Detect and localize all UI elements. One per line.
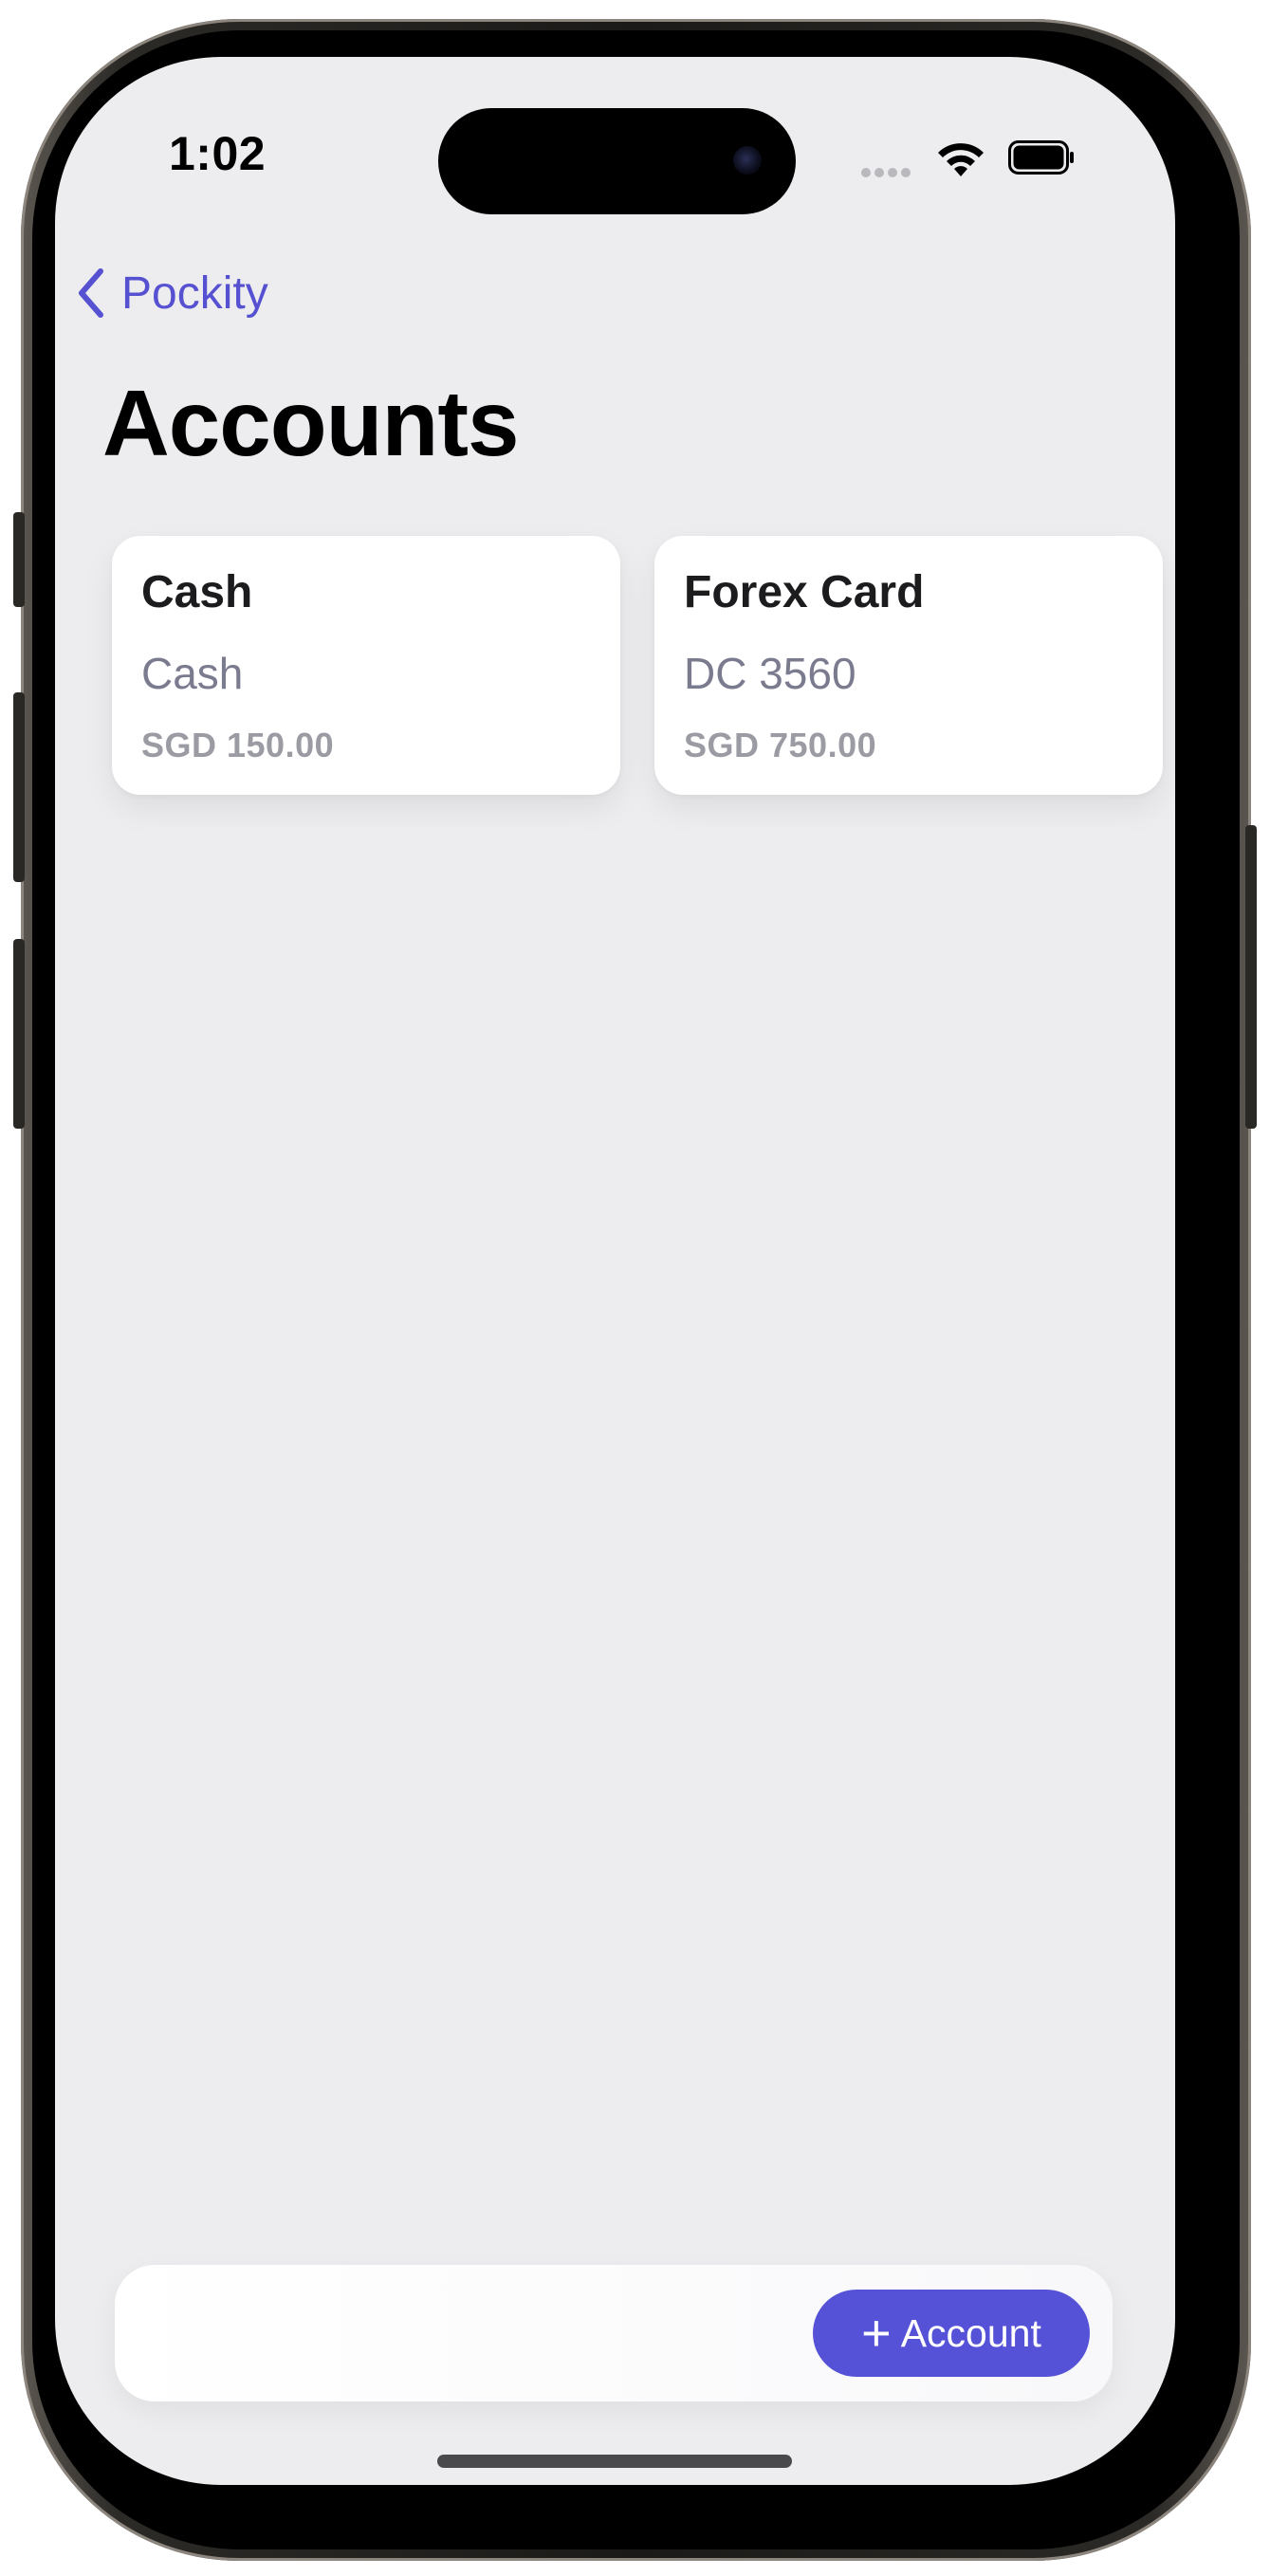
wifi-icon: [938, 143, 984, 176]
status-bar: 1:02: [55, 57, 1175, 247]
battery-icon: [1008, 140, 1074, 175]
bottom-toolbar: + Account: [115, 2265, 1113, 2401]
action-button: [13, 512, 25, 607]
status-time: 1:02: [169, 127, 267, 180]
camera-icon: [733, 146, 762, 175]
plus-icon: +: [861, 2305, 892, 2362]
volume-down-button: [13, 939, 25, 1129]
account-card-cash[interactable]: Cash Cash SGD 150.00: [112, 536, 620, 795]
account-name: Forex Card: [684, 567, 925, 617]
cellular-dots-icon: [861, 165, 914, 182]
account-type: Cash: [141, 649, 244, 698]
account-name: Cash: [141, 567, 253, 617]
home-indicator[interactable]: [437, 2455, 792, 2468]
account-balance: SGD 750.00: [684, 726, 877, 764]
back-label: Pockity: [121, 267, 268, 319]
power-button: [1245, 825, 1257, 1129]
dynamic-island: [438, 108, 796, 214]
account-card-forex-card[interactable]: Forex Card DC 3560 SGD 750.00: [654, 536, 1163, 795]
chevron-left-icon: [79, 268, 103, 318]
account-balance: SGD 150.00: [141, 726, 335, 764]
page-title: Accounts: [102, 371, 520, 475]
add-account-button[interactable]: + Account: [813, 2290, 1090, 2377]
account-type: DC 3560: [684, 649, 856, 698]
back-button[interactable]: Pockity: [76, 260, 268, 326]
add-account-label: Account: [900, 2310, 1041, 2355]
volume-up-button: [13, 692, 25, 882]
screen: 1:02 Pockity Accounts Cash Cash SGD 150.…: [55, 57, 1175, 2485]
